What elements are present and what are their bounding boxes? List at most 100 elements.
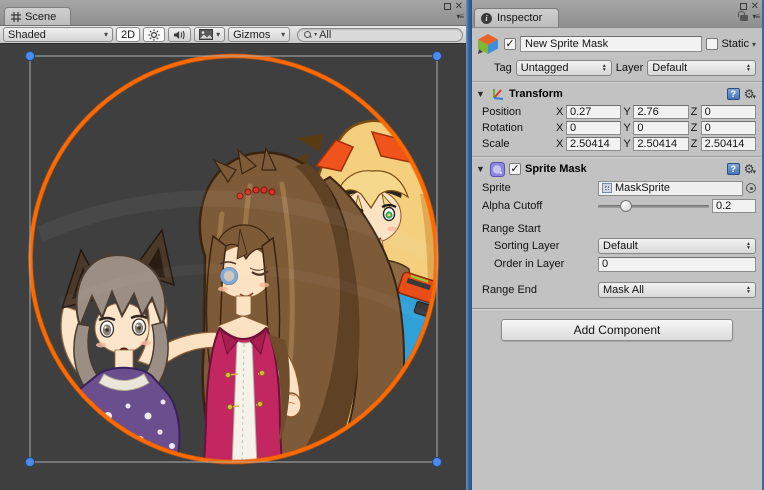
gameobject-name-field[interactable]: New Sprite Mask [520, 36, 702, 52]
tab-scene[interactable]: Scene [4, 7, 71, 25]
handle-bottom-left[interactable] [26, 458, 35, 467]
position-y-field[interactable]: 2.76 [633, 105, 688, 119]
static-checkbox[interactable] [706, 38, 718, 50]
alpha-cutoff-value-field[interactable]: 0.2 [712, 199, 756, 213]
gizmos-label: Gizmos [233, 29, 270, 41]
scene-tab-label: Scene [25, 11, 56, 23]
transform-title: Transform [509, 88, 563, 100]
panel-menu-icon[interactable]: ▾≡ [752, 12, 759, 21]
order-in-layer-field[interactable]: 0 [598, 257, 756, 272]
range-start-row: Range Start [472, 221, 762, 237]
scene-window-controls: ✕ ▾≡ [444, 2, 463, 21]
range-start-label: Range Start [482, 223, 541, 235]
effects-dropdown-button[interactable]: ▾ [194, 27, 225, 42]
close-icon[interactable]: ✕ [455, 2, 463, 11]
order-in-layer-label: Order in Layer [494, 258, 598, 270]
help-icon[interactable]: ? [727, 88, 740, 100]
component-enabled-checkbox[interactable]: ✓ [509, 163, 521, 175]
maximize-icon[interactable] [444, 3, 451, 10]
scene-panel: Scene ✕ ▾≡ Shaded ▾ 2D [0, 0, 466, 490]
scale-z-field[interactable]: 2.50414 [701, 137, 756, 151]
sprite-object-field[interactable]: MaskSprite [598, 181, 743, 196]
position-x-field[interactable]: 0.27 [566, 105, 621, 119]
inspector-tab-label: Inspector [497, 12, 542, 24]
active-checkbox[interactable]: ✓ [504, 38, 516, 50]
sprite-thumbnail-icon [602, 183, 612, 193]
sprite-row: Sprite MaskSprite [472, 179, 762, 197]
range-end-value: Mask All [603, 284, 644, 296]
handle-bottom-right[interactable] [433, 458, 442, 467]
speaker-icon [173, 29, 186, 41]
spin-arrows-icon: ▲▼ [746, 286, 751, 294]
separator [472, 156, 762, 157]
tag-layer-row: Tag Untagged ▲▼ Layer Default ▲▼ [472, 57, 762, 79]
scale-label: Scale [482, 138, 554, 150]
range-end-row: Range End Mask All ▲▼ [472, 281, 762, 299]
layer-dropdown[interactable]: Default ▲▼ [647, 60, 756, 76]
tag-label: Tag [494, 62, 512, 74]
chevron-down-icon: ▾ [216, 30, 220, 39]
handle-top-left[interactable] [26, 52, 35, 61]
range-end-dropdown[interactable]: Mask All ▲▼ [598, 282, 756, 298]
gizmos-dropdown[interactable]: Gizmos ▾ [228, 27, 290, 42]
scene-tabbar: Scene ✕ ▾≡ [0, 0, 466, 26]
alpha-cutoff-slider[interactable] [598, 200, 709, 212]
rotation-label: Rotation [482, 122, 554, 134]
inspector-panel: i Inspector ✕ ▾≡ ✓ [472, 0, 762, 490]
sun-icon [148, 29, 160, 41]
foldout-icon[interactable]: ▼ [476, 89, 486, 99]
unity-editor-window: Scene ✕ ▾≡ Shaded ▾ 2D [0, 0, 764, 490]
sorting-layer-row: Sorting Layer Default ▲▼ [472, 237, 762, 255]
sprite-mask-icon [490, 162, 505, 177]
chevron-down-icon: ▾ [104, 30, 108, 39]
sprite-value: MaskSprite [615, 182, 670, 194]
slider-knob[interactable] [620, 200, 632, 212]
gameobject-name: New Sprite Mask [525, 38, 608, 50]
close-icon[interactable]: ✕ [751, 2, 759, 11]
toggle-2d-button[interactable]: 2D [116, 27, 140, 42]
position-label: Position [482, 106, 554, 118]
handle-top-right[interactable] [433, 52, 442, 61]
2d-label: 2D [121, 29, 135, 41]
sorting-layer-value: Default [603, 240, 638, 252]
object-picker-icon[interactable] [746, 183, 756, 193]
help-icon[interactable]: ? [727, 163, 740, 175]
search-icon [304, 31, 312, 39]
add-component-button[interactable]: Add Component [501, 319, 733, 341]
image-icon [199, 29, 213, 40]
lock-icon[interactable] [740, 15, 748, 21]
inspector-window-controls: ✕ ▾≡ [740, 2, 759, 21]
maximize-icon[interactable] [740, 3, 747, 10]
tab-inspector[interactable]: i Inspector [474, 8, 559, 27]
layer-value: Default [652, 62, 687, 74]
sprite-label: Sprite [482, 182, 598, 194]
transform-header[interactable]: ▼ Transform ? ⚙▾ [472, 84, 762, 104]
scale-x-field[interactable]: 2.50414 [566, 137, 621, 151]
gameobject-cube-icon [476, 33, 500, 55]
rotation-y-field[interactable]: 0 [633, 121, 688, 135]
tag-dropdown[interactable]: Untagged ▲▼ [516, 60, 612, 76]
order-in-layer-row: Order in Layer 0 [472, 255, 762, 273]
alpha-cutoff-row: Alpha Cutoff 0.2 [472, 197, 762, 215]
range-end-label: Range End [482, 284, 598, 296]
rotation-z-field[interactable]: 0 [701, 121, 756, 135]
foldout-icon[interactable]: ▼ [476, 164, 486, 174]
grid-icon [11, 12, 21, 22]
sprite-mask-header[interactable]: ▼ ✓ Sprite Mask ? ⚙▾ [472, 159, 762, 179]
scene-viewport[interactable] [0, 44, 466, 490]
separator [472, 81, 762, 82]
shading-mode-dropdown[interactable]: Shaded ▾ [3, 27, 113, 42]
spin-arrows-icon: ▲▼ [746, 242, 751, 250]
scene-search-input[interactable]: ▾ All [297, 28, 463, 42]
lighting-toggle-button[interactable] [143, 27, 165, 42]
sorting-layer-dropdown[interactable]: Default ▲▼ [598, 238, 756, 254]
rotation-x-field[interactable]: 0 [566, 121, 621, 135]
sorting-layer-label: Sorting Layer [494, 240, 598, 252]
position-z-field[interactable]: 0 [701, 105, 756, 119]
panel-menu-icon[interactable]: ▾≡ [456, 12, 463, 21]
scale-y-field[interactable]: 2.50414 [633, 137, 688, 151]
chevron-down-icon: ▾ [281, 30, 285, 39]
search-text: All [319, 29, 331, 41]
audio-toggle-button[interactable] [168, 27, 191, 42]
static-dropdown-icon[interactable]: ▾ [752, 40, 756, 49]
